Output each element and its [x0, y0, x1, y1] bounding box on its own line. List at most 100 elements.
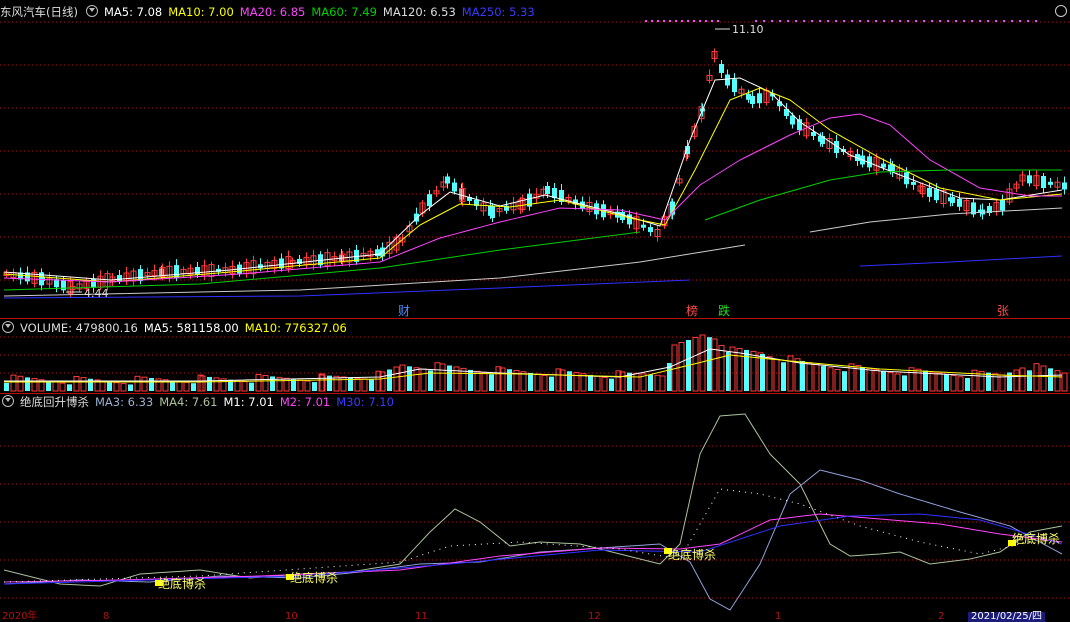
event-mark-cai[interactable]: 财 — [398, 302, 410, 319]
volume-value: VOLUME: 479800.16 — [20, 321, 138, 335]
volume-bar — [760, 354, 765, 391]
volume-bar — [176, 380, 183, 392]
ma20-value: MA20: 6.85 — [239, 5, 306, 19]
volume-bar — [4, 383, 9, 391]
volume-panel[interactable]: VOLUME: 479800.16 MA5: 581158.00 MA10: 776… — [0, 319, 1070, 393]
marker-dot — [947, 20, 949, 22]
volume-bar — [80, 377, 87, 392]
candle-down — [1048, 181, 1053, 185]
ma3-value: MA3: 6.33 — [95, 395, 154, 409]
dropdown-circle-icon[interactable] — [2, 395, 14, 407]
volume-bar — [312, 382, 317, 391]
volume-bar — [707, 337, 712, 391]
price-legend: 东风汽车(日线) MA5: 7.08 MA10: 7.00 MA20: 6.85 MA6… — [0, 5, 541, 19]
marker-dot — [891, 20, 893, 22]
vol-ma5-value: MA5: 581158.00 — [143, 321, 239, 335]
candle-down — [757, 93, 762, 104]
marker-dot — [1003, 20, 1005, 22]
ma60-line — [704, 169, 1062, 221]
volume-bar — [369, 379, 374, 391]
marker-dot — [779, 20, 781, 22]
volume-bar — [766, 356, 773, 392]
volume-bar — [1027, 370, 1032, 391]
volume-bar — [773, 359, 780, 392]
m2-value: M2: 7.01 — [279, 395, 331, 409]
marker-dot — [819, 20, 821, 22]
m1-value: M1: 7.01 — [223, 395, 274, 409]
candle-down — [445, 176, 450, 184]
marker-dot — [939, 20, 941, 22]
event-mark-zhang[interactable]: 张 — [997, 302, 1009, 319]
signal-label: 绝底博杀 — [158, 577, 207, 591]
volume-bar — [407, 366, 412, 391]
volume-bar — [549, 376, 554, 391]
volume-bar — [699, 334, 706, 392]
volume-bar — [929, 371, 936, 392]
volume-bar — [361, 378, 368, 392]
marker-dot — [755, 20, 757, 22]
marker-dot — [795, 20, 797, 22]
m30-line — [3, 513, 1063, 585]
candle-down — [934, 189, 939, 201]
volume-bar — [262, 374, 269, 392]
marker-dot — [699, 20, 701, 22]
dropdown-circle-icon[interactable] — [85, 5, 98, 17]
ma60-value: MA60: 7.49 — [311, 5, 377, 19]
ma4-value: MA4: 7.61 — [159, 395, 218, 409]
marker-dot — [915, 20, 917, 22]
marker-dot — [899, 20, 901, 22]
signal-label: 绝底博杀 — [668, 548, 717, 562]
event-mark-bang[interactable]: 榜 — [686, 302, 698, 319]
volume-bar — [813, 363, 820, 392]
marker-dot — [859, 20, 861, 22]
volume-bar — [902, 375, 907, 391]
ma10-value: MA10: 7.00 — [168, 5, 234, 19]
candle-down — [490, 206, 495, 218]
marker-dot — [995, 20, 997, 22]
volume-bar — [736, 347, 743, 392]
ma120-line — [809, 207, 1063, 233]
volume-bar — [507, 369, 512, 391]
volume-bar — [67, 384, 72, 391]
volume-bar — [534, 373, 541, 392]
indicator-panel[interactable]: 绝底回升博杀 MA3: 6.33 MA4: 7.61 M1: 7.01 M2: 7.01… — [0, 394, 1070, 621]
volume-bar — [1054, 370, 1061, 392]
marker-dot — [875, 20, 877, 22]
candle-down — [1041, 176, 1046, 188]
volume-bar — [434, 362, 441, 392]
volume-bar — [213, 377, 220, 392]
volume-bar — [413, 367, 420, 392]
volume-bar — [1040, 365, 1047, 392]
volume-bar — [249, 382, 254, 391]
price-panel[interactable]: 东风汽车(日线) MA5: 7.08 MA10: 7.00 MA20: 6.85 MA6… — [0, 0, 1070, 318]
ma120-line — [3, 244, 746, 297]
marker-dot — [763, 20, 765, 22]
volume-bar — [1019, 367, 1026, 392]
volume-legend: VOLUME: 479800.16 MA5: 581158.00 MA10: 776… — [0, 321, 353, 335]
marker-dot — [971, 20, 973, 22]
candle-down — [641, 224, 646, 228]
marker-dot — [1027, 20, 1029, 22]
volume-bar — [354, 377, 361, 392]
volume-bar — [340, 376, 347, 392]
volume-bar — [711, 338, 718, 392]
candle-down — [881, 163, 886, 168]
volume-bar — [528, 372, 533, 391]
candle-down — [911, 181, 916, 185]
event-mark-die[interactable]: 跌 — [718, 302, 730, 319]
marker-dot — [923, 20, 925, 22]
candlestick-chart[interactable] — [0, 0, 1070, 318]
volume-bar — [1061, 372, 1068, 392]
candle-down — [452, 182, 457, 192]
candle-down — [950, 197, 955, 203]
volume-bar — [255, 374, 262, 392]
volume-bar — [481, 372, 488, 392]
volume-bar — [541, 374, 548, 392]
volume-bar — [894, 373, 901, 392]
indicator-legend: 绝底回升博杀 MA3: 6.33 MA4: 7.61 M1: 7.01 M2: 7.01… — [0, 395, 400, 409]
volume-bar — [149, 378, 154, 391]
dropdown-circle-icon[interactable] — [2, 321, 14, 333]
volume-bar — [270, 376, 275, 391]
candle-down — [117, 275, 122, 282]
marker-dot — [883, 20, 885, 22]
